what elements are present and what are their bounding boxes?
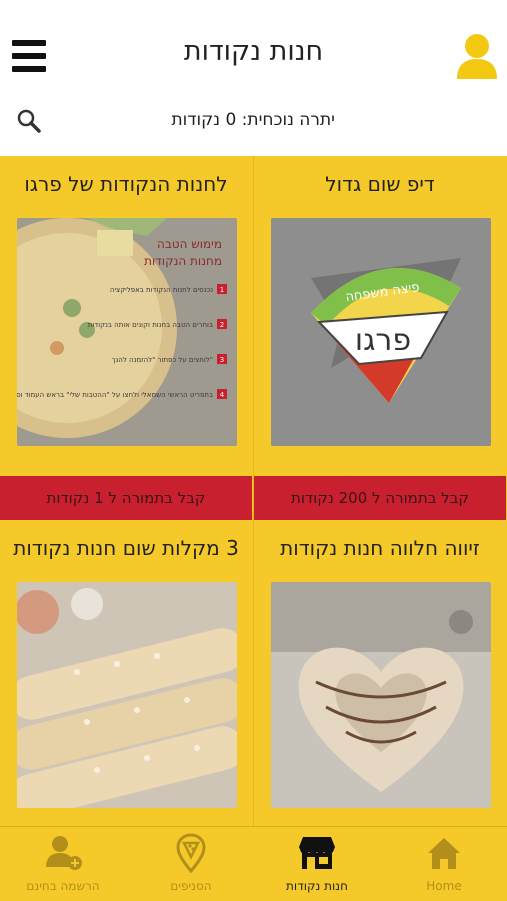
- tab-home[interactable]: Home: [381, 827, 507, 901]
- flyer-step-number: 1: [220, 286, 224, 294]
- product-card-points-store[interactable]: לחנות הנקודות של פרגו מימוש הטבה מחנות ה…: [0, 156, 252, 520]
- home-icon: [428, 838, 460, 869]
- flyer-step-text: בוחרים הטבה בחנות וקונים אותה בנקודות: [88, 321, 213, 329]
- product-title: לחנות הנקודות של פרגו: [24, 172, 228, 196]
- product-image-pergo-logo: פרגו פיצה משפחה: [271, 218, 491, 446]
- redeem-bar[interactable]: קבל בתמורה ל 1 נקודות: [0, 476, 252, 520]
- logo-main-text: פרגו: [355, 323, 411, 358]
- products-grid: דיפ שום גדול פרגו פיצה משפחה קבל בתמורה …: [0, 156, 507, 826]
- current-balance: יתרה נוכחית: 0 נקודות: [171, 110, 335, 130]
- product-image-points-flyer: מימוש הטבה מחנות הנקודות 1 נכנסים לחנות …: [17, 218, 237, 446]
- flyer-step-text: נכנסים לחנות הנקודות באפליקציה: [110, 286, 213, 294]
- flyer-heading-2: מחנות הנקודות: [144, 254, 222, 268]
- store-icon: [299, 837, 335, 869]
- search-icon[interactable]: [16, 108, 42, 134]
- flyer-step-number: 4: [220, 391, 225, 399]
- flyer-heading-1: מימוש הטבה: [157, 237, 222, 251]
- product-card-halva-zivah[interactable]: זיווה חלווה חנות נקודות: [254, 520, 506, 826]
- balance-row: יתרה נוכחית: 0 נקודות: [0, 108, 507, 136]
- flyer-step-text: לוחצים על כפתור "להזמנה להנך": [112, 356, 213, 364]
- product-title: דיפ שום גדול: [325, 172, 435, 196]
- tab-label: הסניפים: [170, 879, 212, 893]
- tab-label: הרשמה בחינם: [26, 879, 100, 893]
- tab-label: חנות נקודות: [286, 879, 348, 893]
- app-header: חנות נקודות: [0, 0, 507, 110]
- pizza-location-pin-icon: [176, 833, 206, 873]
- product-image-heart-pastry: [271, 582, 491, 808]
- bottom-tab-bar: Home חנות נקודות הסניפים הרשמה בחינם: [0, 826, 507, 901]
- add-user-icon: [46, 836, 82, 870]
- page-title: חנות נקודות: [183, 36, 324, 67]
- tab-branches[interactable]: הסניפים: [128, 827, 254, 901]
- flyer-step-text: בתפריט הראשי השמאלי ולחצו על "ההטבות שלי…: [17, 391, 213, 399]
- redeem-bar[interactable]: קבל בתמורה ל 200 נקודות: [254, 476, 506, 520]
- product-card-large-garlic-dip[interactable]: דיפ שום גדול פרגו פיצה משפחה קבל בתמורה …: [254, 156, 506, 520]
- tab-free-registration[interactable]: הרשמה בחינם: [0, 827, 126, 901]
- flyer-step-number: 3: [220, 356, 224, 364]
- user-avatar-icon[interactable]: [455, 32, 499, 80]
- product-card-garlic-sticks[interactable]: 3 מקלות שום חנות נקודות: [0, 520, 252, 826]
- product-image-garlic-sticks: [17, 582, 237, 808]
- product-title: זיווה חלווה חנות נקודות: [280, 536, 480, 560]
- tab-label: Home: [426, 879, 462, 893]
- tab-points-store[interactable]: חנות נקודות: [254, 827, 380, 901]
- product-title: 3 מקלות שום חנות נקודות: [13, 536, 239, 560]
- flyer-step-number: 2: [220, 321, 224, 329]
